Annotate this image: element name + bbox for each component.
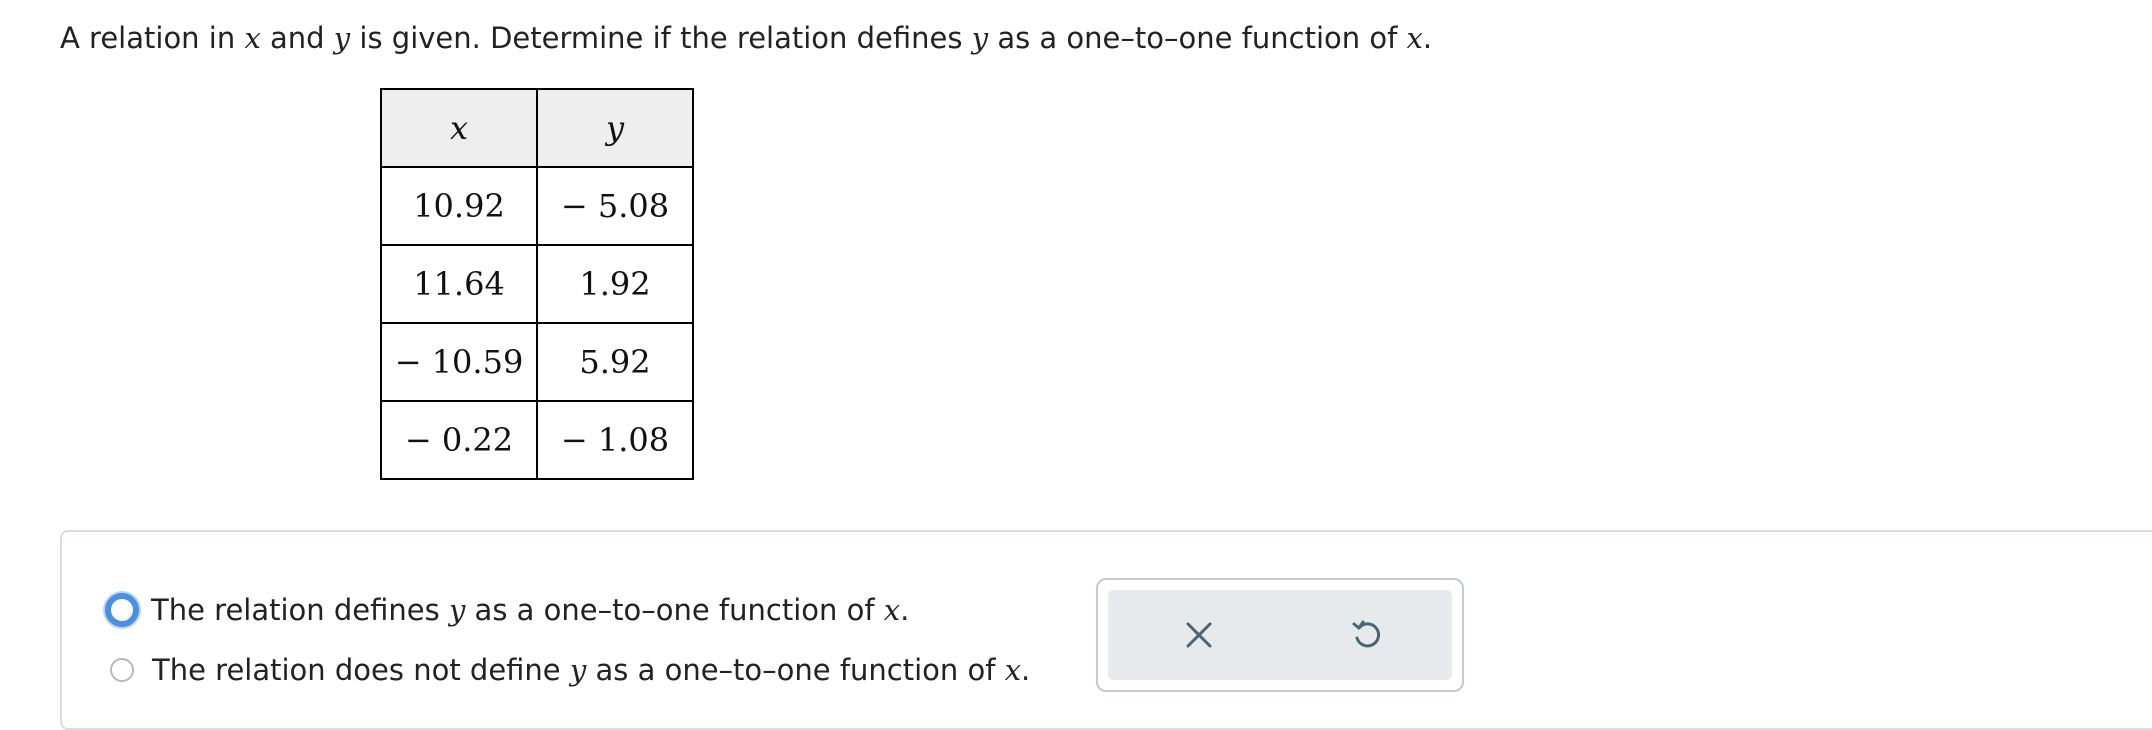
var-x: x — [1004, 653, 1022, 687]
column-header-y: y — [536, 88, 694, 168]
option-text: as a one–to–one function of — [586, 653, 1005, 687]
option-text: . — [1021, 653, 1031, 687]
var-y: y — [971, 21, 989, 55]
clear-answer-button[interactable] — [1176, 612, 1222, 658]
answer-actions — [1096, 578, 1464, 692]
var-y: y — [333, 21, 351, 55]
option-text: The relation does not define — [152, 653, 570, 687]
table-header-row: x y — [380, 88, 694, 168]
table-row: − 10.59 5.92 — [380, 322, 694, 402]
option-text: as a one–to–one function of — [465, 593, 884, 627]
question-part: as a one–to–one function of — [988, 21, 1407, 55]
radio-button-one-to-one[interactable] — [105, 593, 139, 627]
table-cell-x: − 0.22 — [380, 400, 538, 480]
question-part: . — [1422, 21, 1433, 55]
table-cell-x: 10.92 — [380, 166, 538, 246]
table-cell-x: 11.64 — [380, 244, 538, 324]
question-part: A relation in — [60, 21, 245, 55]
option-text: The relation defines — [151, 593, 449, 627]
undo-icon — [1352, 620, 1381, 648]
relation-table: x y 10.92 − 5.08 11.64 1.92 − 10.59 5.92… — [380, 88, 694, 480]
option-text: . — [900, 593, 910, 627]
question-text: A relation in x and y is given. Determin… — [60, 18, 1432, 58]
var-y: y — [569, 653, 587, 687]
table-cell-y: − 5.08 — [536, 166, 694, 246]
question-part: and — [260, 21, 334, 55]
option-label: The relation defines y as a one–to–one f… — [151, 593, 909, 627]
table-row: 11.64 1.92 — [380, 244, 694, 324]
table-row: 10.92 − 5.08 — [380, 166, 694, 246]
var-x: x — [1406, 21, 1423, 55]
column-header-x: x — [380, 88, 538, 168]
table-cell-x: − 10.59 — [380, 322, 538, 402]
answer-actions-inner — [1108, 590, 1452, 680]
question-part: is given. Determine if the relation defi… — [350, 21, 972, 55]
table-row: − 0.22 − 1.08 — [380, 400, 694, 480]
var-x: x — [244, 21, 261, 55]
option-label: The relation does not define y as a one–… — [152, 653, 1030, 687]
undo-button[interactable] — [1344, 612, 1390, 658]
x-icon — [1186, 622, 1212, 648]
table-cell-y: 1.92 — [536, 244, 694, 324]
var-y: y — [448, 593, 466, 627]
table-cell-y: − 1.08 — [536, 400, 694, 480]
option-one-to-one[interactable]: The relation defines y as a one–to–one f… — [105, 588, 909, 632]
radio-button-not-one-to-one[interactable] — [110, 658, 134, 682]
table-cell-y: 5.92 — [536, 322, 694, 402]
option-not-one-to-one[interactable]: The relation does not define y as a one–… — [110, 648, 1030, 692]
var-x: x — [883, 593, 901, 627]
